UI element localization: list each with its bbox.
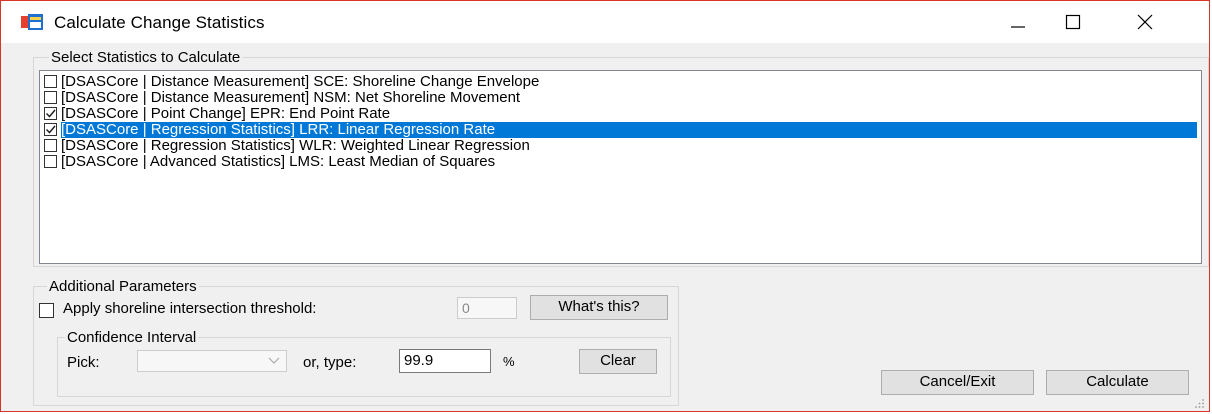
list-item-label: [DSASCore | Distance Measurement] NSM: N… bbox=[61, 89, 521, 106]
threshold-label: Apply shoreline intersection threshold: bbox=[63, 300, 317, 317]
list-item-label: [DSASCore | Point Change] EPR: End Point… bbox=[61, 105, 391, 122]
percent-label: % bbox=[503, 354, 515, 369]
minimize-icon bbox=[1011, 26, 1025, 28]
close-button[interactable] bbox=[1116, 1, 1172, 43]
checkbox-lms[interactable] bbox=[44, 155, 57, 168]
close-icon bbox=[1137, 14, 1153, 30]
resize-grip-icon[interactable] bbox=[1195, 399, 1205, 409]
chevron-down-icon bbox=[268, 357, 280, 364]
list-item-label: [DSASCore | Advanced Statistics] LMS: Le… bbox=[61, 153, 496, 170]
list-item-lrr[interactable]: [DSASCore | Regression Statistics] LRR: … bbox=[40, 122, 1201, 138]
confidence-interval-label: Confidence Interval bbox=[65, 329, 199, 346]
checkbox-epr[interactable] bbox=[44, 107, 57, 120]
window-title: Calculate Change Statistics bbox=[54, 13, 265, 32]
list-item-label: [DSASCore | Regression Statistics] LRR: … bbox=[61, 122, 1197, 138]
checkbox-sce[interactable] bbox=[44, 75, 57, 88]
calculate-change-statistics-dialog: Calculate Change Statistics Select Stati… bbox=[0, 0, 1210, 412]
list-item-sce[interactable]: [DSASCore | Distance Measurement] SCE: S… bbox=[40, 74, 1201, 90]
whats-this-button[interactable]: What's this? bbox=[530, 295, 668, 320]
checkmark-icon bbox=[45, 125, 56, 134]
checkbox-nsm[interactable] bbox=[44, 91, 57, 104]
pick-label: Pick: bbox=[67, 354, 100, 371]
cancel-exit-button[interactable]: Cancel/Exit bbox=[881, 370, 1034, 395]
list-item-epr[interactable]: [DSASCore | Point Change] EPR: End Point… bbox=[40, 106, 1201, 122]
statistics-group-label: Select Statistics to Calculate bbox=[49, 49, 243, 66]
app-icon bbox=[21, 14, 43, 30]
threshold-input[interactable]: 0 bbox=[457, 297, 517, 319]
minimize-button[interactable] bbox=[989, 1, 1045, 43]
or-type-label: or, type: bbox=[303, 354, 357, 371]
confidence-value-input[interactable]: 99.9 bbox=[399, 349, 491, 373]
clear-button[interactable]: Clear bbox=[579, 349, 657, 374]
threshold-checkbox[interactable] bbox=[39, 303, 54, 318]
title-bar[interactable]: Calculate Change Statistics bbox=[1, 1, 1209, 43]
list-item-lms[interactable]: [DSASCore | Advanced Statistics] LMS: Le… bbox=[40, 154, 1201, 170]
dialog-body: Select Statistics to Calculate [DSASCore… bbox=[1, 43, 1209, 413]
checkbox-lrr[interactable] bbox=[44, 123, 57, 136]
pick-dropdown[interactable] bbox=[137, 350, 287, 372]
calculate-button[interactable]: Calculate bbox=[1046, 370, 1189, 395]
list-item-label: [DSASCore | Distance Measurement] SCE: S… bbox=[61, 73, 540, 90]
list-item-nsm[interactable]: [DSASCore | Distance Measurement] NSM: N… bbox=[40, 90, 1201, 106]
list-item-wlr[interactable]: [DSASCore | Regression Statistics] WLR: … bbox=[40, 138, 1201, 154]
checkbox-wlr[interactable] bbox=[44, 139, 57, 152]
list-item-label: [DSASCore | Regression Statistics] WLR: … bbox=[61, 137, 530, 154]
maximize-button[interactable] bbox=[1045, 1, 1101, 43]
checkmark-icon bbox=[45, 109, 56, 118]
maximize-icon bbox=[1065, 14, 1081, 30]
additional-parameters-label: Additional Parameters bbox=[47, 278, 199, 295]
statistics-listbox[interactable]: [DSASCore | Distance Measurement] SCE: S… bbox=[39, 70, 1202, 264]
